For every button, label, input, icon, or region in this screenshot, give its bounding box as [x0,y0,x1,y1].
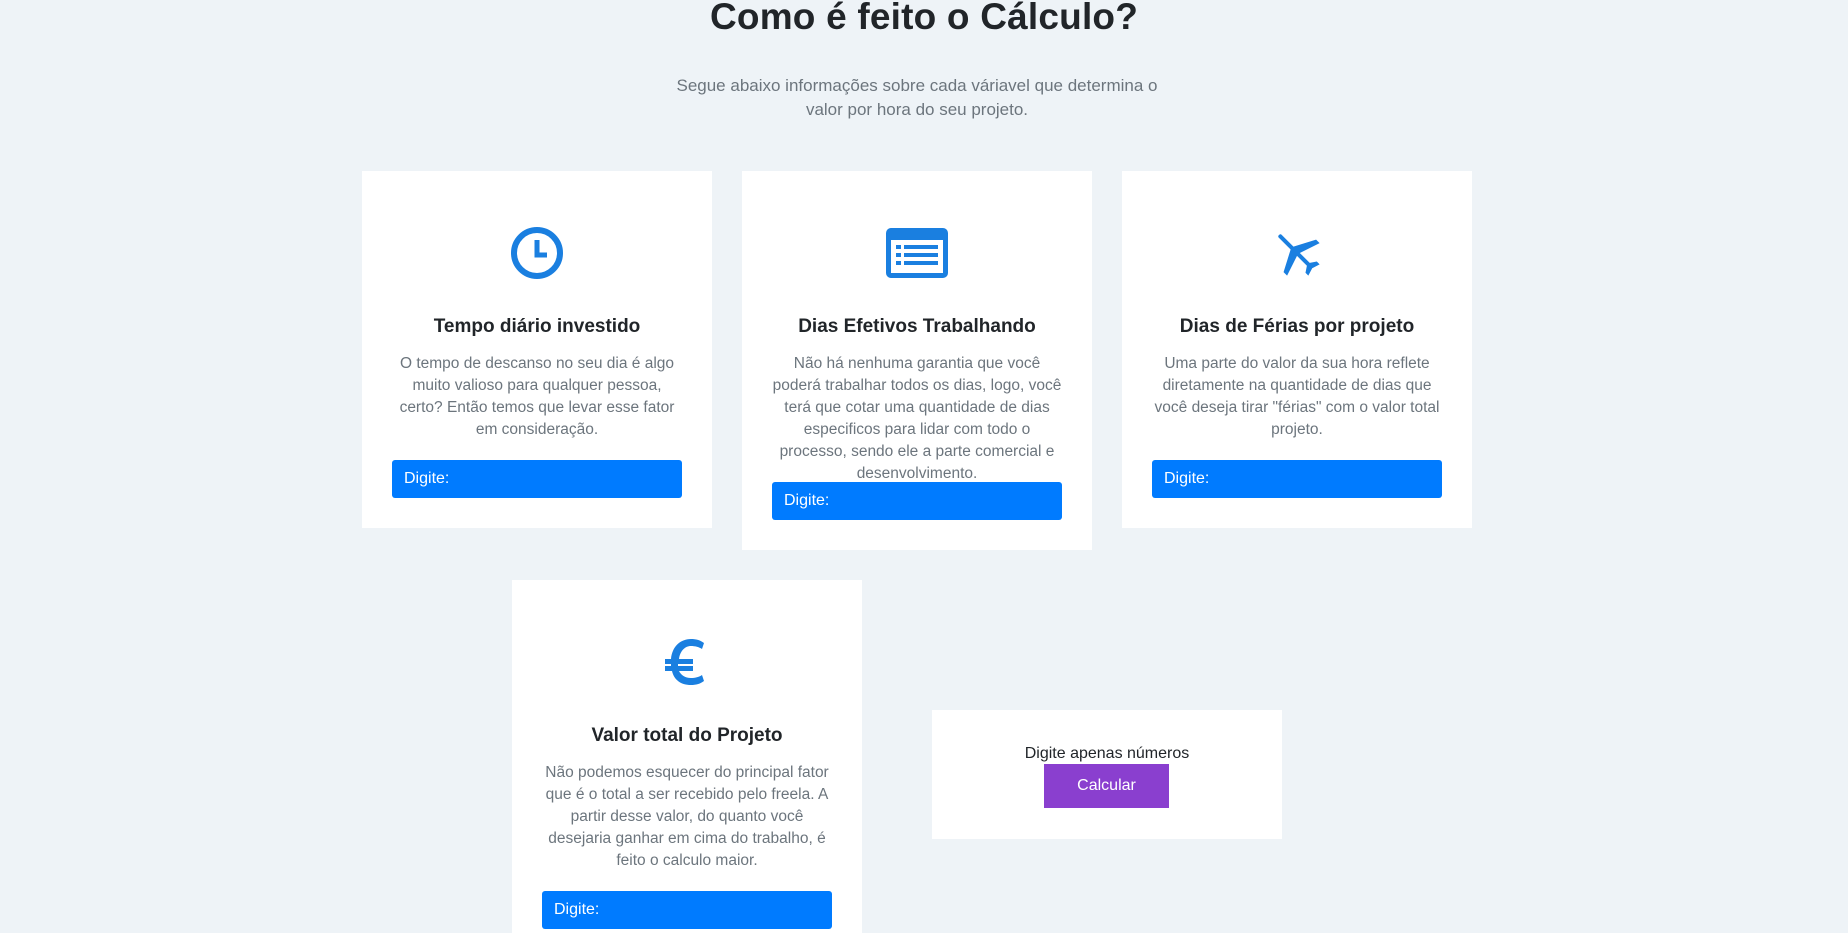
working-days-input[interactable] [772,482,1062,520]
card-title: Tempo diário investido [433,316,641,337]
card-text: Não podemos esquecer do principal fator … [545,764,829,869]
card-project-value: Valor total do Projeto Não podemos esque… [512,580,862,933]
vacation-days-input[interactable] [1152,460,1442,498]
calculator-hint: Digite apenas números [1024,745,1190,762]
card-daily-time: Tempo diário investido O tempo de descan… [362,171,712,528]
card-text: O tempo de descanso no seu dia é algo mu… [399,355,675,438]
section-title: Como é feito o Cálculo? [709,0,1139,37]
section-subtitle: Segue abaixo informações sobre cada vári… [676,76,1158,119]
project-value-input[interactable] [542,891,832,929]
daily-time-input[interactable] [392,460,682,498]
calculate-button[interactable]: Calcular [1044,764,1169,808]
euro-icon [512,632,862,692]
clock-icon [362,223,712,283]
card-title: Valor total do Projeto [591,725,783,746]
card-working-days: Dias Efetivos Trabalhando Não há nenhuma… [742,171,1092,550]
plane-icon [1122,223,1472,283]
card-title: Dias Efetivos Trabalhando [798,316,1036,337]
calculator-box: Digite apenas números Calcular [932,710,1282,839]
card-title: Dias de Férias por projeto [1179,316,1415,337]
card-text: Não há nenhuma garantia que você poderá … [772,355,1062,482]
card-text: Uma parte do valor da sua hora reflete d… [1154,355,1440,438]
list-icon [742,223,1092,283]
page: Como é feito o Cálculo? Segue abaixo inf… [0,0,1848,933]
card-vacation-days: Dias de Férias por projeto Uma parte do … [1122,171,1472,528]
